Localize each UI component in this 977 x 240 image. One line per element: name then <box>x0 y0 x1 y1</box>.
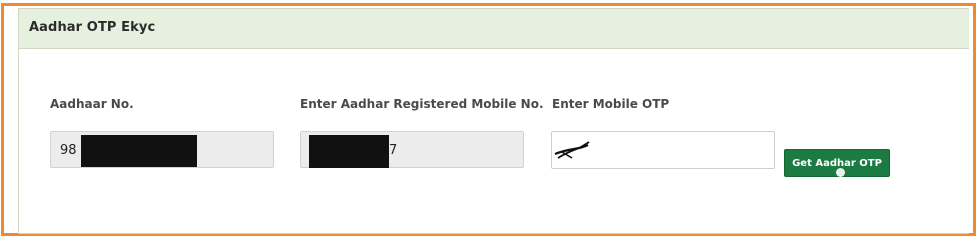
mouse-cursor-icon <box>836 168 845 177</box>
mobile-number-label: Enter Aadhar Registered Mobile No. <box>300 97 544 111</box>
redaction-mark <box>81 135 197 167</box>
panel-title: Aadhar OTP Ekyc <box>29 20 156 35</box>
aadhaar-number-value: 98 <box>60 143 77 158</box>
scribble-redaction <box>554 141 590 159</box>
mobile-otp-label: Enter Mobile OTP <box>552 97 670 111</box>
mobile-otp-input[interactable] <box>551 131 775 169</box>
aadhaar-number-field[interactable]: 98 <box>50 131 274 168</box>
panel-header: Aadhar OTP Ekyc <box>19 9 969 49</box>
aadhar-otp-ekyc-panel: Aadhar OTP Ekyc <box>18 8 969 234</box>
mobile-number-field[interactable]: 9 7 <box>300 131 524 168</box>
mobile-number-value-end: 7 <box>389 143 398 158</box>
redaction-mark <box>309 135 389 168</box>
aadhaar-number-label: Aadhaar No. <box>50 97 134 111</box>
